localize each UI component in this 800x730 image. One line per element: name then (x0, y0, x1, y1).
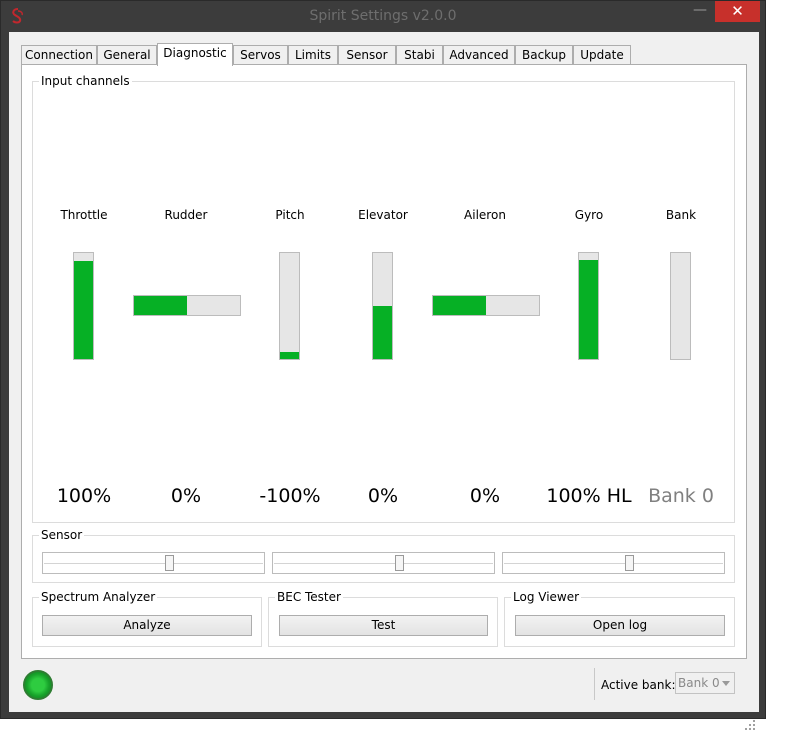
sensor-title: Sensor (39, 528, 85, 542)
tab-advanced[interactable]: Advanced (443, 45, 515, 65)
throttle-bar (73, 252, 94, 360)
channel-label-throttle: Throttle (60, 208, 108, 222)
minimize-icon: — (693, 2, 707, 18)
bec-tester-group: BEC Tester Test (268, 590, 498, 647)
tab-general[interactable]: General (97, 45, 157, 65)
chevron-down-icon (722, 681, 730, 686)
elevator-value: 0% (367, 485, 399, 507)
aileron-value: 0% (469, 485, 501, 507)
rudder-bar-fill (134, 296, 187, 315)
client-area: Connection General Diagnostic Servos Lim… (9, 32, 759, 730)
pitch-bar-fill (280, 351, 299, 359)
resize-grip-icon[interactable] (745, 720, 755, 730)
close-icon: ✕ (731, 2, 744, 20)
close-button[interactable]: ✕ (715, 1, 760, 22)
tab-stabi[interactable]: Stabi (396, 45, 443, 65)
slider-thumb[interactable] (625, 555, 634, 571)
input-channels-title: Input channels (39, 74, 132, 88)
tab-diagnostic[interactable]: Diagnostic (157, 43, 233, 66)
analyze-button[interactable]: Analyze (42, 615, 252, 636)
gyro-bar-fill (579, 260, 598, 359)
tab-connection[interactable]: Connection (21, 45, 97, 65)
rudder-value: 0% (170, 485, 202, 507)
app-window: Spirit Settings v2.0.0 — ✕ Connection Ge… (0, 0, 766, 730)
tab-servos[interactable]: Servos (233, 45, 288, 65)
slider-thumb[interactable] (165, 555, 174, 571)
rudder-bar (133, 295, 241, 316)
sensor-slider-x[interactable] (42, 552, 265, 574)
slider-track (504, 563, 723, 564)
active-bank-label: Active bank: (601, 678, 676, 692)
spectrum-analyzer-title: Spectrum Analyzer (39, 590, 158, 604)
connected-led-icon (23, 670, 53, 700)
channel-label-rudder: Rudder (164, 208, 208, 222)
status-separator (594, 668, 595, 700)
channel-label-bank: Bank (665, 208, 697, 222)
elevator-bar-fill (373, 306, 392, 359)
spectrum-analyzer-group: Spectrum Analyzer Analyze (32, 590, 262, 647)
sensor-group: Sensor (32, 528, 735, 583)
test-button[interactable]: Test (279, 615, 488, 636)
tab-update[interactable]: Update (573, 45, 631, 65)
tab-sensor[interactable]: Sensor (338, 45, 396, 65)
gyro-bar (578, 252, 599, 360)
input-channels-group: Input channels Throttle Rudder Pitch Ele… (32, 74, 735, 523)
channel-label-gyro: Gyro (574, 208, 604, 222)
active-bank-value: Bank 0 (678, 676, 720, 690)
minimize-button[interactable]: — (687, 3, 713, 21)
sensor-slider-y[interactable] (272, 552, 495, 574)
slider-track (274, 563, 493, 564)
bank-bar (670, 252, 691, 360)
pitch-bar (279, 252, 300, 360)
log-viewer-title: Log Viewer (511, 590, 582, 604)
channel-label-elevator: Elevator (358, 208, 408, 222)
elevator-bar (372, 252, 393, 360)
slider-thumb[interactable] (395, 555, 404, 571)
channel-label-pitch: Pitch (275, 208, 305, 222)
aileron-bar (432, 295, 540, 316)
sensor-slider-z[interactable] (502, 552, 725, 574)
title-bar[interactable]: Spirit Settings v2.0.0 — ✕ (1, 1, 765, 32)
diagnostic-panel: Input channels Throttle Rudder Pitch Ele… (21, 64, 747, 659)
tab-backup[interactable]: Backup (515, 45, 573, 65)
tab-limits[interactable]: Limits (288, 45, 338, 65)
channel-label-aileron: Aileron (464, 208, 506, 222)
slider-track (44, 563, 263, 564)
aileron-bar-fill (433, 296, 486, 315)
active-bank-select[interactable]: Bank 0 (675, 672, 735, 694)
bec-tester-title: BEC Tester (275, 590, 343, 604)
window-title: Spirit Settings v2.0.0 (309, 8, 457, 24)
throttle-bar-fill (74, 261, 93, 359)
open-log-button[interactable]: Open log (515, 615, 725, 636)
log-viewer-group: Log Viewer Open log (504, 590, 735, 647)
bank-value: Bank 0 (648, 485, 714, 507)
throttle-value: 100% (56, 485, 112, 507)
